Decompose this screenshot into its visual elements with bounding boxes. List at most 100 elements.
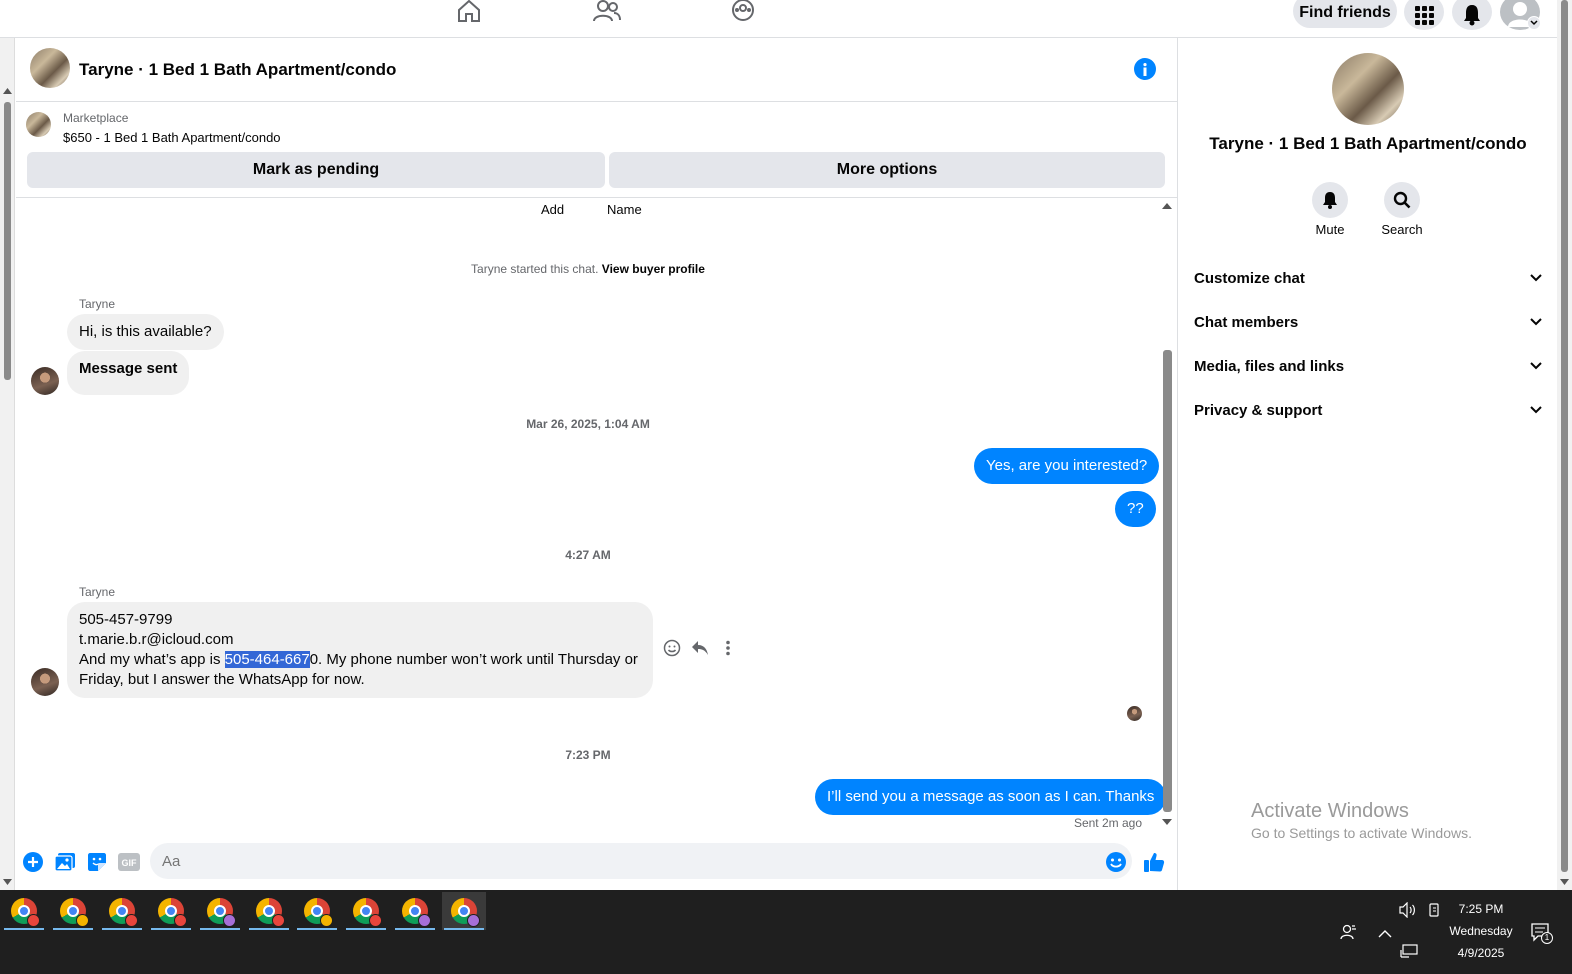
notifications-bell-icon[interactable] [1452, 0, 1492, 30]
sender-name: Taryne [79, 297, 116, 311]
timestamp: 4:27 AM [565, 548, 611, 562]
section-label: Chat members [1194, 313, 1299, 331]
home-icon[interactable] [454, 0, 484, 24]
chevron-down-icon [1530, 274, 1542, 282]
chat-members-section[interactable]: Chat members [1194, 306, 1542, 338]
listing-thumbnail[interactable] [26, 112, 51, 137]
message-bubble-incoming[interactable]: Message sent [67, 351, 190, 395]
taskbar-chrome-window[interactable] [51, 892, 95, 930]
taskbar-chrome-window[interactable] [247, 892, 291, 930]
taskbar-chrome-window[interactable] [393, 892, 437, 930]
clock-time[interactable]: 7:25 PM [1446, 902, 1516, 916]
more-actions-icon[interactable] [725, 640, 731, 656]
chat-scrollbar[interactable] [1160, 200, 1176, 830]
timestamp: 7:23 PM [565, 748, 611, 762]
active-indicator [395, 928, 436, 930]
chat-title[interactable]: Taryne · 1 Bed 1 Bath Apartment/condo [79, 60, 396, 80]
network-icon[interactable] [1400, 944, 1418, 958]
customize-chat-section[interactable]: Customize chat [1194, 262, 1542, 294]
chevron-down-icon [1530, 362, 1542, 370]
scroll-thumb[interactable] [1163, 350, 1172, 812]
emoji-icon[interactable] [1104, 850, 1128, 874]
mark-as-pending-button[interactable]: Mark as pending [27, 152, 605, 188]
bell-icon [1323, 192, 1337, 209]
reply-icon[interactable] [691, 640, 709, 656]
search-button[interactable] [1384, 182, 1420, 218]
message-bubble-outgoing[interactable]: I’ll send you a message as soon as I can… [815, 779, 1167, 815]
scroll-down-arrow-icon[interactable] [1162, 819, 1172, 825]
taskbar-chrome-window[interactable] [295, 892, 339, 930]
media-files-links-section[interactable]: Media, files and links [1194, 350, 1542, 382]
mute-button[interactable] [1312, 182, 1348, 218]
page-scrollbar[interactable] [1557, 0, 1572, 890]
sender-avatar[interactable] [31, 668, 59, 696]
profile-badge-icon [124, 914, 138, 927]
chrome-icon [402, 898, 432, 927]
plus-icon[interactable] [21, 850, 45, 874]
section-label: Customize chat [1194, 269, 1305, 287]
chevron-down-icon [1530, 406, 1542, 414]
search-icon [1393, 191, 1411, 209]
message-bubble-outgoing[interactable]: Yes, are you interested? [974, 448, 1160, 484]
listing-title[interactable]: $650 - 1 Bed 1 Bath Apartment/condo [63, 130, 281, 145]
message-text: 0. My phone number won’t work until Thur… [309, 651, 638, 668]
taskbar-chrome-window[interactable] [149, 892, 193, 930]
chevron-up-icon[interactable] [1378, 926, 1392, 938]
thumbs-up-icon[interactable] [1142, 850, 1166, 874]
left-scrollbar[interactable] [0, 38, 15, 890]
clock-date[interactable]: 4/9/2025 [1446, 946, 1516, 960]
taskbar-chrome-window[interactable] [100, 892, 144, 930]
photo-icon[interactable] [53, 850, 77, 874]
scroll-up-arrow-icon[interactable] [3, 88, 12, 94]
gif-icon[interactable]: GIF [117, 850, 141, 874]
chrome-icon [157, 898, 187, 927]
view-buyer-profile-link[interactable]: View buyer profile [602, 262, 705, 276]
action-center-icon[interactable]: 1 [1530, 922, 1553, 944]
account-avatar-icon[interactable] [1500, 0, 1541, 30]
taskbar-chrome-window[interactable] [442, 892, 487, 930]
privacy-support-section[interactable]: Privacy & support [1194, 394, 1542, 426]
chevron-down-icon [1530, 318, 1542, 326]
menu-grid-icon[interactable] [1404, 0, 1444, 30]
power-plug-icon[interactable] [1427, 902, 1441, 918]
info-icon[interactable] [1134, 58, 1156, 80]
people-icon[interactable] [1340, 923, 1358, 941]
chrome-icon [353, 898, 383, 927]
sender-avatar[interactable] [31, 367, 59, 395]
message-input[interactable] [150, 843, 1132, 879]
scroll-thumb[interactable] [1561, 0, 1568, 872]
active-indicator [248, 928, 289, 930]
sticker-icon[interactable] [85, 850, 109, 874]
react-emoji-icon[interactable] [663, 639, 681, 657]
find-friends-button[interactable]: Find friends [1293, 0, 1397, 28]
chat-profile-photo[interactable] [1332, 53, 1404, 125]
panel-title[interactable]: Taryne · 1 Bed 1 Bath Apartment/condo [1178, 134, 1558, 154]
volume-icon[interactable] [1399, 901, 1417, 919]
scroll-up-arrow-icon[interactable] [1162, 203, 1172, 209]
timestamp: Mar 26, 2025, 1:04 AM [526, 417, 650, 431]
scroll-down-arrow-icon[interactable] [3, 879, 12, 885]
more-options-button[interactable]: More options [609, 152, 1165, 188]
read-receipt-avatar [1127, 706, 1142, 721]
taskbar-chrome-window[interactable] [198, 892, 242, 930]
taskbar-chrome-window[interactable] [2, 892, 46, 930]
taskbar-chrome-window[interactable] [344, 892, 388, 930]
chat-avatar[interactable] [30, 48, 70, 88]
message-bubble-outgoing[interactable]: ?? [1115, 491, 1156, 527]
scroll-down-arrow-icon[interactable] [1560, 879, 1569, 885]
selected-text-highlight[interactable]: 505-464-667 [224, 651, 310, 668]
chrome-icon [206, 898, 236, 927]
message-bubble-incoming[interactable]: Hi, is this available? [67, 314, 224, 350]
friends-icon[interactable] [592, 0, 622, 24]
mute-label: Mute [1315, 222, 1345, 237]
profile-badge-icon [75, 914, 89, 927]
svg-text:GIF: GIF [122, 858, 138, 868]
profile-badge-icon [222, 914, 236, 927]
chat-started-notice: Taryne started this chat. View buyer pro… [16, 262, 1160, 276]
activate-windows-subtitle: Go to Settings to activate Windows. [1251, 825, 1472, 841]
active-indicator [52, 928, 93, 930]
scroll-thumb[interactable] [4, 102, 11, 380]
clock-day[interactable]: Wednesday [1446, 924, 1516, 938]
groups-icon[interactable] [728, 0, 758, 24]
message-bubble-incoming[interactable]: 505-457-9799 t.marie.b.r@icloud.com And … [67, 602, 653, 698]
